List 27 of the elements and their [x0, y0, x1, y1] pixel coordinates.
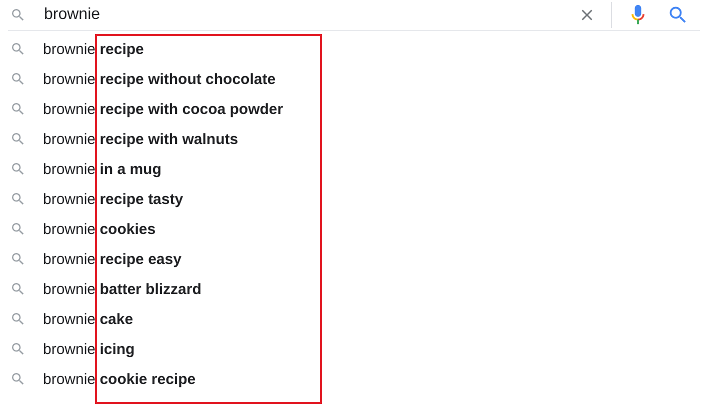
- suggestion-item[interactable]: brownie cake: [43, 310, 134, 328]
- suggestion-item[interactable]: brownie in a mug: [43, 160, 162, 178]
- search-icon: [10, 7, 26, 23]
- search-icon: [10, 341, 26, 357]
- search-icon: [10, 161, 26, 177]
- suggestion-item[interactable]: brownie recipe without chocolate: [43, 70, 276, 88]
- microphone-icon: [630, 4, 646, 26]
- search-icon: [10, 311, 26, 327]
- search-icon: [10, 101, 26, 117]
- suggestion-item[interactable]: brownie icing: [43, 340, 135, 358]
- search-icon: [10, 221, 26, 237]
- search-icon: [10, 191, 26, 207]
- search-icon: [10, 71, 26, 87]
- search-icon: [10, 41, 26, 57]
- suggestion-item[interactable]: brownie recipe tasty: [43, 190, 184, 208]
- suggestion-item[interactable]: brownie recipe with cocoa powder: [43, 100, 284, 118]
- search-icon: [10, 281, 26, 297]
- suggestion-item[interactable]: brownie cookie recipe: [43, 370, 196, 388]
- search-field[interactable]: brownie: [44, 3, 575, 27]
- suggestion-item[interactable]: brownie recipe with walnuts: [43, 130, 238, 148]
- search-icon: [10, 131, 26, 147]
- suggestion-item[interactable]: brownie cookies: [43, 220, 156, 238]
- suggestion-item[interactable]: brownie batter blizzard: [43, 280, 202, 298]
- search-icon: [10, 251, 26, 267]
- suggestion-item[interactable]: brownie recipe easy: [43, 250, 182, 268]
- search-icon: [10, 371, 26, 387]
- suggestion-item[interactable]: brownie recipe: [43, 40, 144, 58]
